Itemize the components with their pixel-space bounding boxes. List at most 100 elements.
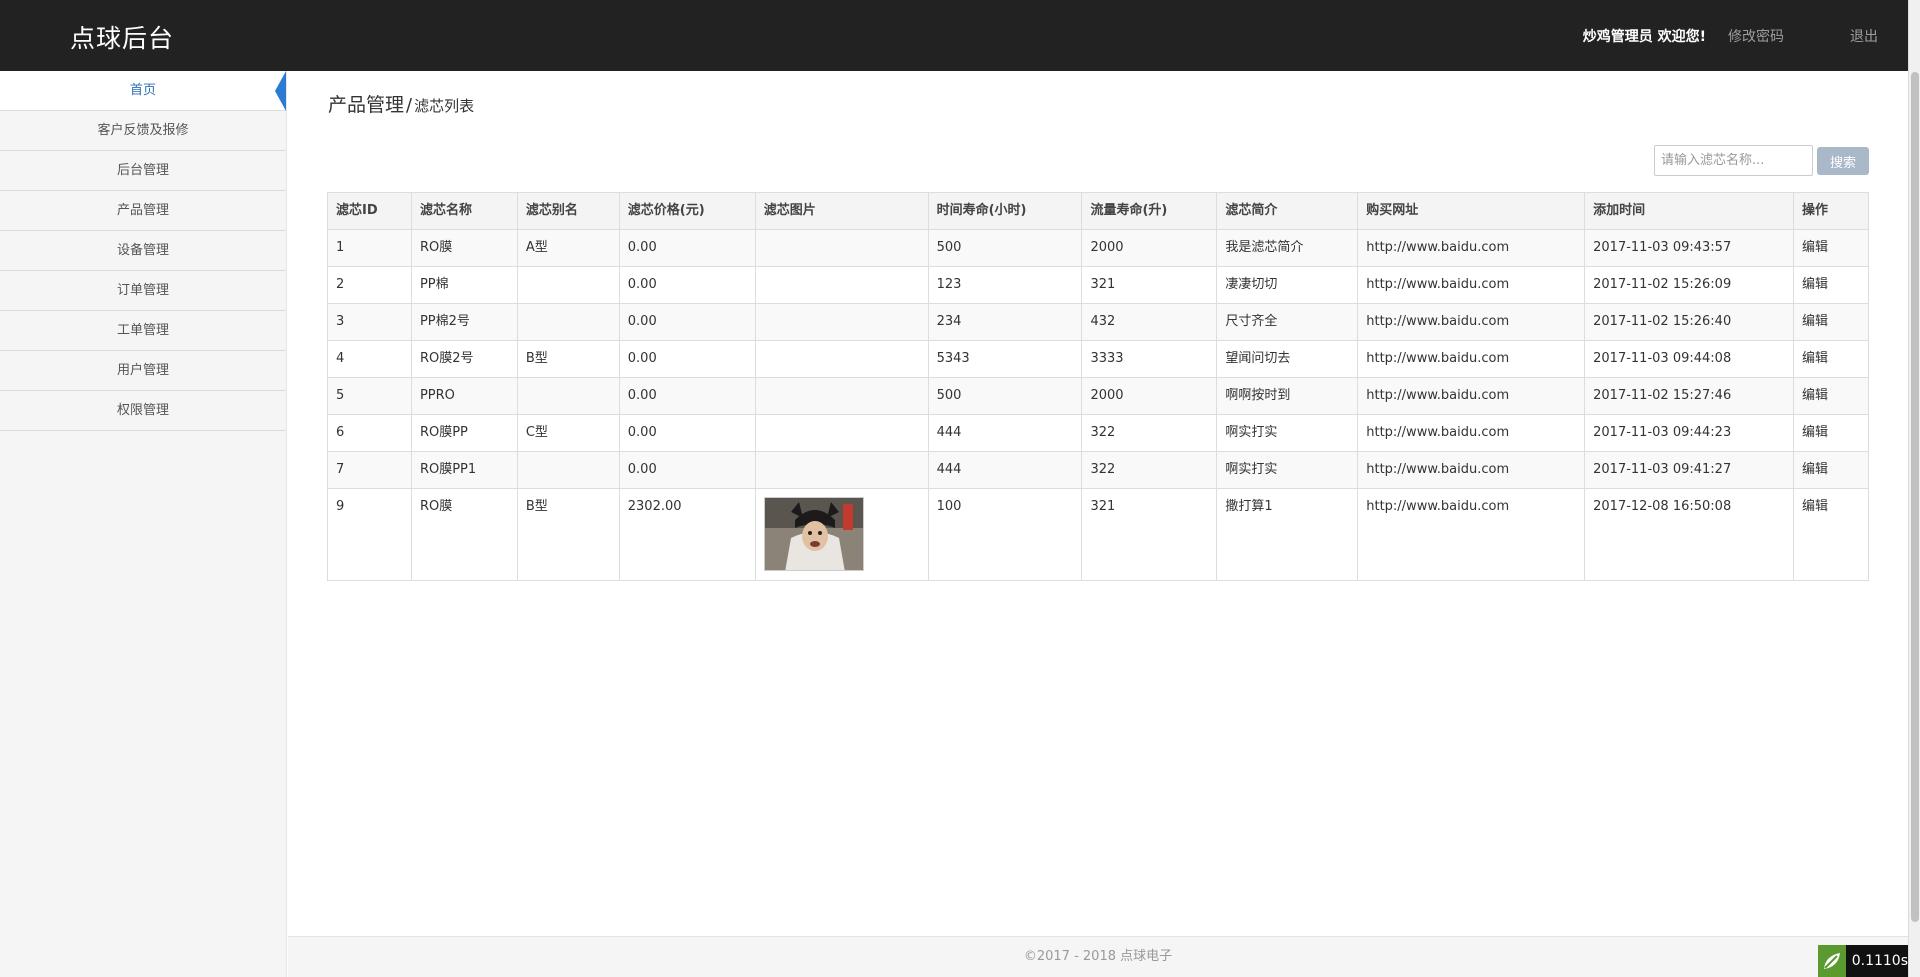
cell-name: RO膜 bbox=[410, 488, 518, 581]
column-header: 滤芯图片 bbox=[754, 192, 929, 230]
column-header: 购买网址 bbox=[1357, 192, 1586, 230]
column-header: 滤芯ID bbox=[327, 192, 412, 230]
cell-intro: 望闻问切去 bbox=[1216, 340, 1359, 378]
sidebar-item-label: 订单管理 bbox=[116, 283, 169, 298]
cell-id: 2 bbox=[327, 266, 412, 304]
cell-name: RO膜PP1 bbox=[410, 451, 518, 489]
sidebar-item-work-orders[interactable]: 工单管理 bbox=[0, 311, 286, 351]
sidebar-item-label: 后台管理 bbox=[116, 163, 169, 178]
welcome-text: 炒鸡管理员 欢迎您! bbox=[1582, 29, 1706, 45]
cell-url: http://www.baidu.com bbox=[1357, 266, 1586, 304]
sidebar-item-label: 用户管理 bbox=[116, 363, 169, 378]
cell-name: RO膜 bbox=[410, 229, 518, 267]
sidebar-item-users[interactable]: 用户管理 bbox=[0, 351, 286, 391]
cell-url: http://www.baidu.com bbox=[1357, 377, 1586, 415]
column-header: 添加时间 bbox=[1584, 192, 1794, 230]
cell-url: http://www.baidu.com bbox=[1357, 340, 1586, 378]
table-row: 1 RO膜 A型 0.00 500 2000 我是滤芯简介 http://www… bbox=[327, 229, 1870, 267]
cell-image bbox=[754, 451, 929, 489]
vertical-scrollbar[interactable] bbox=[1908, 0, 1920, 977]
table-row: 2 PP棉 0.00 123 321 凄凄切切 http://www.baidu… bbox=[327, 266, 1870, 304]
page-title: 滤芯列表 bbox=[414, 97, 475, 115]
cell-name: PP棉2号 bbox=[410, 303, 518, 341]
edit-link[interactable]: 编辑 bbox=[1802, 388, 1828, 403]
cell-url: http://www.baidu.com bbox=[1357, 414, 1586, 452]
cell-image bbox=[754, 488, 929, 581]
cell-added-time: 2017-11-03 09:41:27 bbox=[1584, 451, 1794, 489]
cell-added-time: 2017-11-02 15:27:46 bbox=[1584, 377, 1794, 415]
cell-added-time: 2017-12-08 16:50:08 bbox=[1584, 488, 1794, 581]
cell-name: RO膜PP bbox=[410, 414, 518, 452]
cell-added-time: 2017-11-03 09:44:08 bbox=[1584, 340, 1794, 378]
cell-alias bbox=[516, 266, 620, 304]
edit-link[interactable]: 编辑 bbox=[1802, 351, 1828, 366]
cell-id: 7 bbox=[327, 451, 412, 489]
sidebar-item-feedback[interactable]: 客户反馈及报修 bbox=[0, 111, 286, 151]
brand-title[interactable]: 点球后台 bbox=[70, 19, 174, 55]
cell-image bbox=[754, 414, 929, 452]
cell-name: PP棉 bbox=[410, 266, 518, 304]
edit-link[interactable]: 编辑 bbox=[1802, 314, 1828, 329]
leaf-logo-icon bbox=[1818, 945, 1846, 977]
sidebar-item-devices[interactable]: 设备管理 bbox=[0, 231, 286, 271]
cell-url: http://www.baidu.com bbox=[1357, 488, 1586, 581]
column-header: 滤芯价格(元) bbox=[618, 192, 756, 230]
sidebar-item-home[interactable]: 首页 bbox=[0, 71, 286, 111]
table-row: 7 RO膜PP1 0.00 444 322 啊实打实 http://www.ba… bbox=[327, 451, 1870, 489]
user-menu: 炒鸡管理员 欢迎您! 修改密码 退出 bbox=[1583, 26, 1908, 46]
cell-flow-life: 432 bbox=[1081, 303, 1218, 341]
sidebar-item-admin[interactable]: 后台管理 bbox=[0, 151, 286, 191]
cell-flow-life: 2000 bbox=[1081, 229, 1218, 267]
column-header: 操作 bbox=[1792, 192, 1870, 230]
cell-image bbox=[754, 377, 929, 415]
sidebar-item-products[interactable]: 产品管理 bbox=[0, 191, 286, 231]
cell-time-life: 234 bbox=[927, 303, 1083, 341]
table-row: 4 RO膜2号 B型 0.00 5343 3333 望闻问切去 http://w… bbox=[327, 340, 1870, 378]
cell-time-life: 100 bbox=[927, 488, 1083, 581]
debug-timer-badge[interactable]: 0.1110s bbox=[1818, 945, 1908, 977]
cell-alias bbox=[516, 451, 620, 489]
scrollbar-thumb[interactable] bbox=[1911, 72, 1919, 922]
column-header: 流量寿命(升) bbox=[1081, 192, 1218, 230]
cell-intro: 啊啊按时到 bbox=[1216, 377, 1359, 415]
cell-image bbox=[754, 340, 929, 378]
edit-link[interactable]: 编辑 bbox=[1802, 499, 1828, 514]
breadcrumb-separator: / bbox=[406, 95, 413, 116]
cell-id: 1 bbox=[327, 229, 412, 267]
table-row: 3 PP棉2号 0.00 234 432 尺寸齐全 http://www.bai… bbox=[327, 303, 1870, 341]
cell-alias: A型 bbox=[516, 229, 620, 267]
sidebar-item-label: 产品管理 bbox=[116, 203, 169, 218]
edit-link[interactable]: 编辑 bbox=[1802, 277, 1828, 292]
cell-name: PPRO bbox=[410, 377, 518, 415]
logout-link[interactable]: 退出 bbox=[1850, 26, 1878, 46]
cell-price: 0.00 bbox=[618, 303, 756, 341]
cell-id: 3 bbox=[327, 303, 412, 341]
breadcrumb: 产品管理 / 滤芯列表 bbox=[328, 90, 474, 117]
cell-url: http://www.baidu.com bbox=[1357, 451, 1586, 489]
sidebar-item-orders[interactable]: 订单管理 bbox=[0, 271, 286, 311]
cell-alias: C型 bbox=[516, 414, 620, 452]
cell-price: 0.00 bbox=[618, 451, 756, 489]
table-row: 9 RO膜 B型 2302.00 100 321 撒打算1 http://www… bbox=[327, 488, 1870, 581]
cell-price: 0.00 bbox=[618, 377, 756, 415]
cell-flow-life: 3333 bbox=[1081, 340, 1218, 378]
sidebar-item-permissions[interactable]: 权限管理 bbox=[0, 391, 286, 431]
search-input[interactable] bbox=[1654, 145, 1813, 176]
column-header: 滤芯简介 bbox=[1216, 192, 1359, 230]
copyright-text: ©2017 - 2018 点球电子 bbox=[1023, 949, 1173, 964]
edit-link[interactable]: 编辑 bbox=[1802, 462, 1828, 477]
change-password-link[interactable]: 修改密码 bbox=[1728, 26, 1784, 46]
cell-url: http://www.baidu.com bbox=[1357, 229, 1586, 267]
edit-link[interactable]: 编辑 bbox=[1802, 425, 1828, 440]
cell-time-life: 444 bbox=[927, 451, 1083, 489]
cell-time-life: 5343 bbox=[927, 340, 1083, 378]
search-button[interactable]: 搜索 bbox=[1817, 147, 1869, 175]
cell-alias: B型 bbox=[516, 340, 620, 378]
cell-image bbox=[754, 303, 929, 341]
cell-time-life: 500 bbox=[927, 229, 1083, 267]
cell-time-life: 123 bbox=[927, 266, 1083, 304]
column-header: 时间寿命(小时) bbox=[927, 192, 1083, 230]
edit-link[interactable]: 编辑 bbox=[1802, 240, 1828, 255]
cell-id: 9 bbox=[327, 488, 412, 581]
cell-price: 0.00 bbox=[618, 229, 756, 267]
